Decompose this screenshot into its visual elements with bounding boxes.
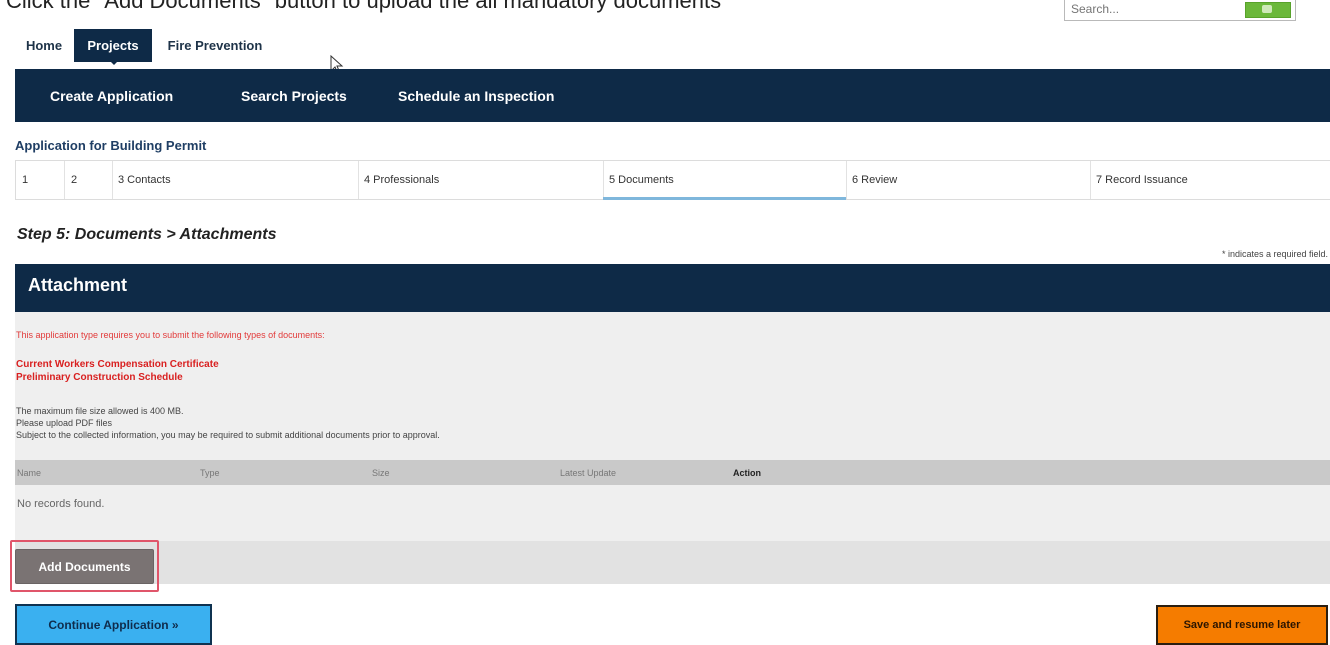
step-5-documents[interactable]: 5 Documents xyxy=(603,161,846,199)
create-application-link[interactable]: Create Application xyxy=(50,69,173,122)
requirement-note: This application type requires you to su… xyxy=(16,330,325,340)
continue-application-button[interactable]: Continue Application » xyxy=(15,604,212,645)
column-header-name[interactable]: Name xyxy=(17,460,41,485)
search-button[interactable] xyxy=(1245,2,1291,18)
required-document-item: Current Workers Compensation Certificate xyxy=(16,359,219,370)
save-and-resume-later-button[interactable]: Save and resume later xyxy=(1156,605,1328,645)
step-1[interactable]: 1 xyxy=(16,161,66,199)
sub-navigation-bar: Create Application Search Projects Sched… xyxy=(15,69,1330,122)
search-icon xyxy=(1262,5,1272,13)
additional-documents-note: Subject to the collected information, yo… xyxy=(16,430,440,440)
column-header-action: Action xyxy=(733,467,761,478)
tab-home[interactable]: Home xyxy=(18,29,70,62)
max-file-size-note: The maximum file size allowed is 400 MB. xyxy=(16,406,184,416)
required-field-note: * indicates a required field. xyxy=(1221,249,1328,259)
search-box xyxy=(1064,0,1296,21)
add-documents-row xyxy=(15,541,1330,584)
column-header-type[interactable]: Type xyxy=(200,460,220,485)
no-records-text: No records found. xyxy=(17,498,105,510)
search-input[interactable] xyxy=(1065,0,1252,18)
step-3-contacts[interactable]: 3 Contacts xyxy=(112,161,358,199)
column-header-size[interactable]: Size xyxy=(372,460,390,485)
step-4-professionals[interactable]: 4 Professionals xyxy=(358,161,603,199)
top-instruction-text: Click the "Add Documents" button to uplo… xyxy=(6,0,722,13)
add-documents-button[interactable]: Add Documents xyxy=(15,549,154,584)
step-2[interactable]: 2 xyxy=(65,161,115,199)
steps-bar: 1 2 3 Contacts 4 Professionals 5 Documen… xyxy=(15,160,1330,200)
step-6-review[interactable]: 6 Review xyxy=(846,161,1090,199)
attachment-title: Attachment xyxy=(28,275,128,295)
search-projects-link[interactable]: Search Projects xyxy=(241,69,347,122)
upload-pdf-note: Please upload PDF files xyxy=(16,418,113,428)
step-7-record-issuance[interactable]: 7 Record Issuance xyxy=(1090,161,1330,199)
tab-fire-prevention[interactable]: Fire Prevention xyxy=(158,29,272,62)
active-step-underline xyxy=(603,197,846,200)
schedule-inspection-link[interactable]: Schedule an Inspection xyxy=(398,69,554,122)
column-header-latest-update[interactable]: Latest Update xyxy=(560,460,616,485)
active-tab-indicator xyxy=(107,58,121,65)
required-document-item: Preliminary Construction Schedule xyxy=(16,372,183,383)
application-title: Application for Building Permit xyxy=(15,138,207,153)
documents-table-header: Name Type Size Latest Update Action xyxy=(15,460,1330,485)
step-heading: Step 5: Documents > Attachments xyxy=(17,226,277,243)
attachment-header xyxy=(15,264,1330,312)
